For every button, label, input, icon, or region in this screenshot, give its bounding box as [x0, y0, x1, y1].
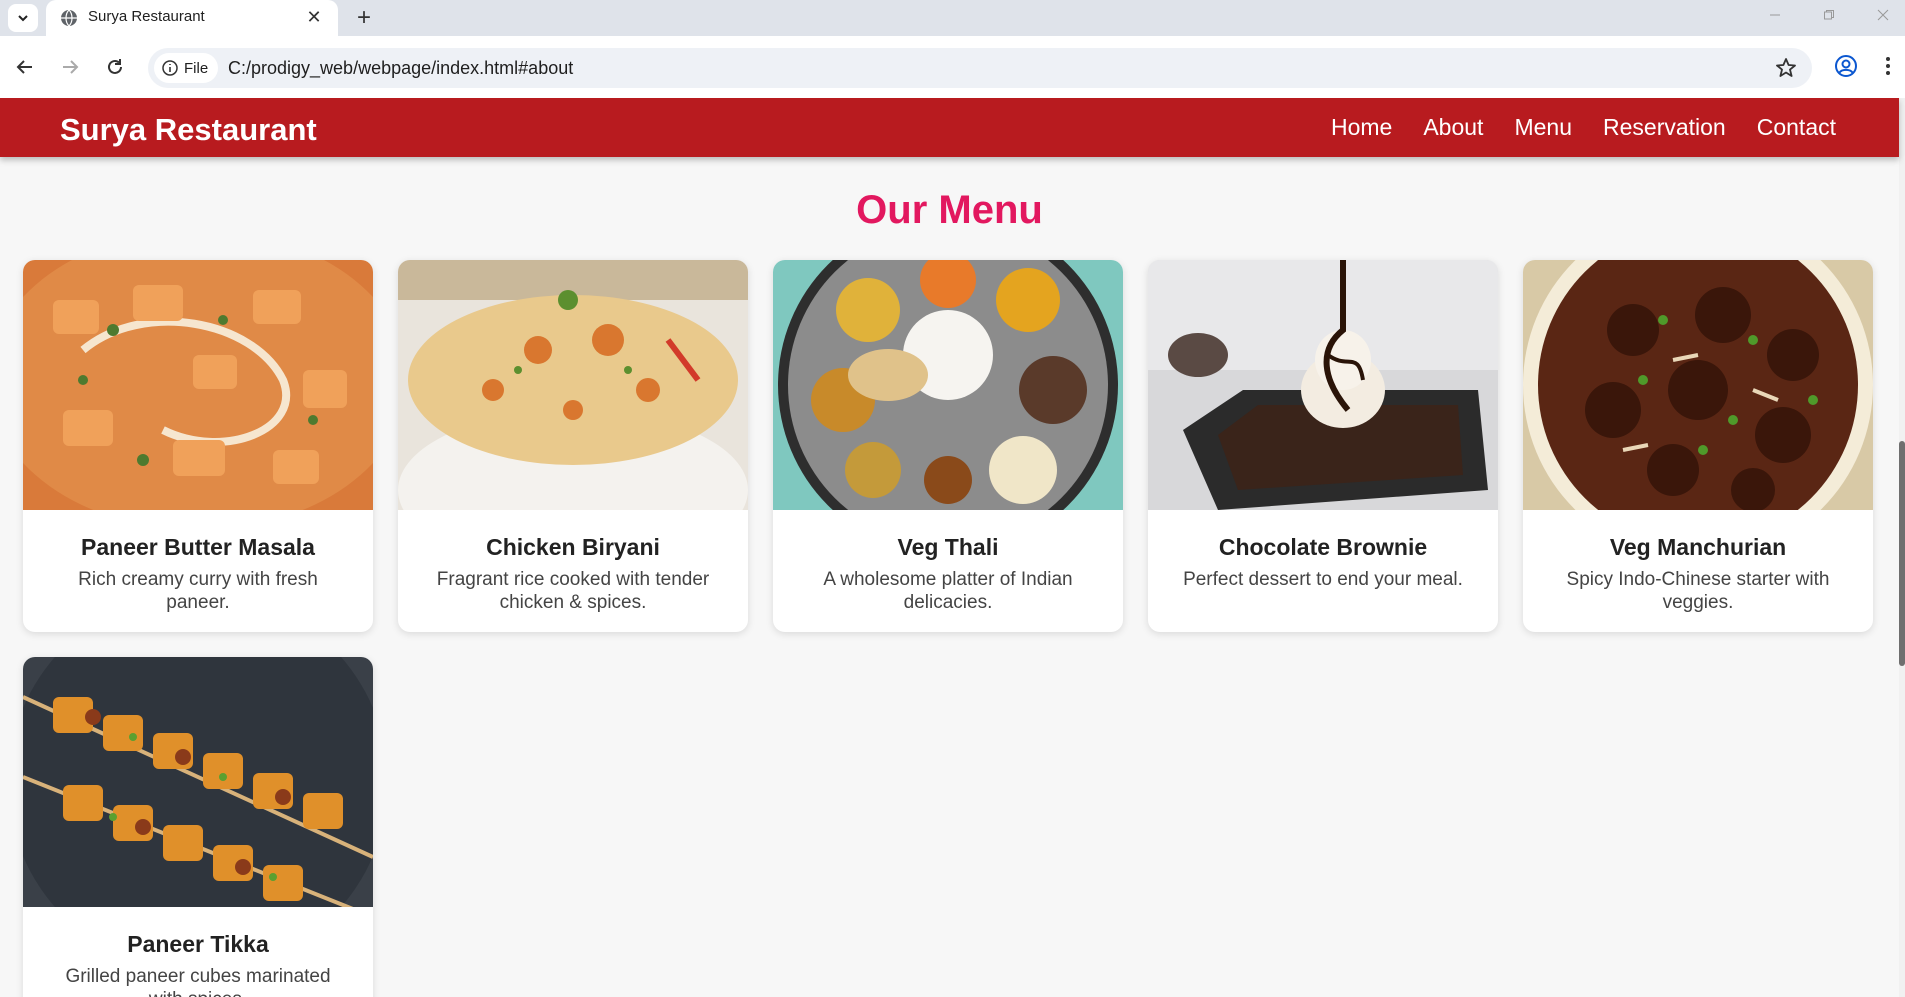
menu-item-description: Spicy Indo-Chinese starter with veggies.: [1566, 569, 1830, 613]
arrow-left-icon: [16, 60, 32, 74]
menu-item-description: A wholesome platter of Indian delicacies…: [823, 569, 1073, 613]
browser-tab[interactable]: Surya Restaurant ✕: [46, 0, 338, 36]
chicken-biryani-photo: [398, 260, 748, 510]
site-info-chip[interactable]: File: [154, 53, 219, 83]
page-scrollbar[interactable]: [1899, 98, 1905, 997]
menu-item-description: Grilled paneer cubes marinated with spic…: [65, 966, 331, 997]
globe-icon: [61, 9, 77, 27]
menu-item-name: Chocolate Brownie: [1218, 534, 1428, 560]
tab-search-button[interactable]: [8, 4, 38, 32]
menu-item-description: Rich creamy curry with fresh paneer.: [78, 569, 318, 613]
browser-tab-strip: Surya Restaurant ✕ +: [0, 0, 1905, 36]
tab-close-icon[interactable]: ✕: [304, 7, 324, 27]
browser-toolbar: File C:/prodigy_web/webpage/index.html#a…: [0, 36, 1905, 98]
menu-card: Paneer Tikka Grilled paneer cubes marina…: [23, 657, 373, 997]
main-nav: Home About Menu Reservation Contact: [1331, 114, 1836, 141]
menu-item-name: Chicken Biryani: [486, 534, 660, 560]
page-viewport: Surya Restaurant Home About Menu Reserva…: [0, 98, 1905, 997]
url-text[interactable]: C:/prodigy_web/webpage/index.html#about: [228, 58, 573, 79]
bookmark-star-icon[interactable]: [1774, 56, 1798, 80]
forward-button[interactable]: [55, 52, 85, 82]
arrow-right-icon: [63, 60, 79, 74]
restore-button[interactable]: [1806, 0, 1852, 30]
menu-item-description: Perfect dessert to end your meal.: [1183, 569, 1463, 590]
tab-title: Surya Restaurant: [88, 8, 205, 25]
minimize-button[interactable]: [1752, 0, 1798, 30]
back-button[interactable]: [10, 52, 40, 82]
close-window-button[interactable]: [1860, 0, 1905, 30]
new-tab-button[interactable]: +: [350, 4, 378, 32]
scrollbar-thumb[interactable]: [1899, 441, 1905, 666]
paneer-butter-masala-photo: [23, 260, 373, 510]
veg-manchurian-photo: [1523, 260, 1873, 510]
restore-icon: [1824, 10, 1834, 20]
close-icon: [1877, 9, 1889, 21]
browser-menu-button[interactable]: [1878, 50, 1898, 82]
nav-link-about[interactable]: About: [1423, 114, 1483, 141]
veg-thali-photo: [773, 260, 1123, 510]
nav-link-contact[interactable]: Contact: [1757, 114, 1836, 141]
account-icon: [1835, 55, 1857, 77]
chocolate-brownie-photo: [1148, 260, 1498, 510]
more-vertical-icon: [1886, 57, 1890, 75]
menu-card: Veg Manchurian Spicy Indo-Chinese starte…: [1523, 260, 1873, 632]
site-header: Surya Restaurant Home About Menu Reserva…: [0, 98, 1899, 157]
nav-link-menu[interactable]: Menu: [1514, 114, 1572, 141]
minimize-icon: [1770, 14, 1780, 16]
chevron-down-icon: [18, 15, 28, 22]
site-info-label: File: [184, 59, 209, 77]
address-bar[interactable]: File C:/prodigy_web/webpage/index.html#a…: [148, 48, 1812, 88]
menu-card: Veg Thali A wholesome platter of Indian …: [773, 260, 1123, 632]
paneer-tikka-photo: [23, 657, 373, 907]
menu-heading: Our Menu: [856, 188, 1043, 232]
profile-button[interactable]: [1830, 50, 1862, 82]
nav-link-home[interactable]: Home: [1331, 114, 1392, 141]
menu-card: Chicken Biryani Fragrant rice cooked wit…: [398, 260, 748, 632]
menu-card: Paneer Butter Masala Rich creamy curry w…: [23, 260, 373, 632]
menu-card: Chocolate Brownie Perfect dessert to end…: [1148, 260, 1498, 632]
menu-item-name: Paneer Tikka: [127, 931, 269, 957]
nav-link-reservation[interactable]: Reservation: [1603, 114, 1726, 141]
site-brand[interactable]: Surya Restaurant: [60, 112, 317, 148]
reload-button[interactable]: [100, 52, 130, 82]
menu-item-description: Fragrant rice cooked with tender chicken…: [436, 569, 710, 613]
info-icon: [162, 60, 178, 76]
reload-icon: [108, 59, 122, 74]
menu-item-name: Veg Thali: [897, 534, 999, 560]
menu-item-name: Paneer Butter Masala: [81, 534, 315, 560]
menu-item-name: Veg Manchurian: [1609, 534, 1787, 560]
